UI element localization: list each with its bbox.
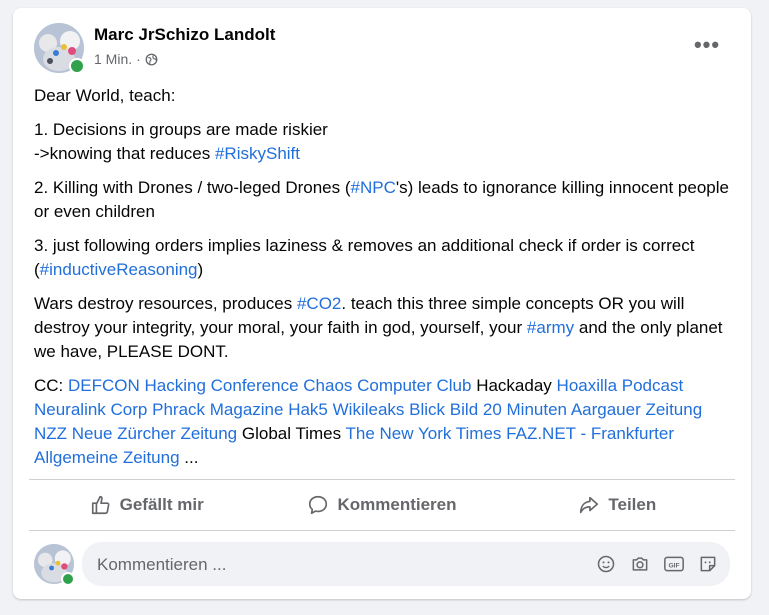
cc-page-link[interactable]: DEFCON Hacking Conference (68, 376, 299, 395)
cc-page-text: Global Times (241, 424, 342, 443)
globe-icon (145, 53, 158, 66)
post-paragraph-1: Dear World, teach: (34, 84, 734, 108)
post-time[interactable]: 1 Min. (94, 51, 132, 67)
paragraph-text: ) (197, 260, 204, 279)
comment-label: Kommentieren (337, 495, 457, 514)
post-paragraph-5: Wars destroy resources, produces #CO2. t… (34, 292, 734, 364)
cc-page-link[interactable]: NZZ (34, 424, 67, 443)
cc-page-link[interactable]: Chaos Computer Club (303, 376, 471, 395)
gif-icon[interactable]: GIF (662, 552, 686, 576)
divider-top (29, 479, 735, 480)
post-paragraph-2: 1. Decisions in groups are made riskier … (34, 118, 734, 166)
thumbs-up-icon (90, 494, 112, 516)
cc-ellipsis[interactable]: ... (180, 448, 198, 467)
more-dots-icon: ••• (693, 32, 721, 57)
svg-text:GIF: GIF (668, 562, 679, 569)
camera-icon[interactable] (628, 552, 652, 576)
cc-page-link[interactable]: Neue Zürcher Zeitung (72, 424, 237, 443)
cc-page-link[interactable]: The New York Times (346, 424, 502, 443)
more-options-button[interactable]: ••• (687, 30, 727, 60)
post-header: Marc JrSchizo Landolt 1 Min. · ••• (13, 8, 751, 88)
cc-page-link[interactable]: Hak5 (288, 400, 328, 419)
emoji-icon[interactable] (594, 552, 618, 576)
cc-page-text: Hackaday (476, 376, 552, 395)
post-cc-paragraph: CC: DEFCON Hacking Conference Chaos Comp… (34, 374, 734, 470)
hashtag-inductivereasoning[interactable]: #inductiveReasoning (40, 260, 198, 279)
comment-button[interactable]: Kommentieren (264, 486, 499, 524)
comment-input-icons: GIF (594, 552, 720, 576)
share-button[interactable]: Teilen (500, 486, 735, 524)
post-card: Marc JrSchizo Landolt 1 Min. · ••• Dear … (13, 8, 751, 599)
hashtag-co2[interactable]: #CO2 (297, 294, 341, 313)
hashtag-army[interactable]: #army (527, 318, 574, 337)
cc-page-link[interactable]: Aargauer Zeitung (571, 400, 702, 419)
divider-bottom (29, 530, 735, 531)
share-arrow-icon (578, 494, 600, 516)
online-status-dot (69, 58, 85, 74)
like-label: Gefällt mir (119, 495, 204, 514)
post-body: Dear World, teach: 1. Decisions in group… (34, 84, 734, 480)
paragraph-text: ->knowing that reduces (34, 144, 215, 163)
cc-page-link[interactable]: Hoaxilla Podcast (557, 376, 684, 395)
cc-prefix: CC: (34, 376, 68, 395)
author-name[interactable]: Marc JrSchizo Landolt (94, 25, 275, 45)
paragraph-text: 2. Killing with Drones / two-leged Drone… (34, 178, 351, 197)
hashtag-riskyshift[interactable]: #RiskyShift (215, 144, 300, 163)
post-meta: 1 Min. · (94, 51, 158, 67)
sticker-icon[interactable] (696, 552, 720, 576)
comment-placeholder: Kommentieren ... (97, 555, 227, 574)
post-paragraph-3: 2. Killing with Drones / two-leged Drone… (34, 176, 734, 224)
paragraph-text: 1. Decisions in groups are made riskier (34, 120, 328, 139)
post-paragraph-4: 3. just following orders implies lazines… (34, 234, 734, 282)
cc-page-link[interactable]: Phrack Magazine (152, 400, 283, 419)
like-button[interactable]: Gefällt mir (29, 486, 264, 524)
comment-input[interactable]: Kommentieren ... GIF (82, 542, 730, 586)
cc-page-link[interactable]: 20 Minuten (483, 400, 567, 419)
post-actions: Gefällt mir Kommentieren Teilen (29, 481, 735, 529)
meta-separator: · (136, 51, 141, 67)
comment-composer: Kommentieren ... GIF (13, 538, 751, 590)
cc-page-link[interactable]: Wikileaks (333, 400, 405, 419)
speech-bubble-icon (307, 494, 329, 516)
cc-page-link[interactable]: Neuralink Corp (34, 400, 147, 419)
hashtag-npc[interactable]: #NPC (351, 178, 396, 197)
cc-page-link[interactable]: Blick (409, 400, 445, 419)
user-online-dot (61, 572, 75, 586)
share-label: Teilen (608, 495, 657, 514)
paragraph-text: Dear World, teach: (34, 86, 176, 105)
cc-page-link[interactable]: Bild (450, 400, 478, 419)
paragraph-text: Wars destroy resources, produces (34, 294, 297, 313)
